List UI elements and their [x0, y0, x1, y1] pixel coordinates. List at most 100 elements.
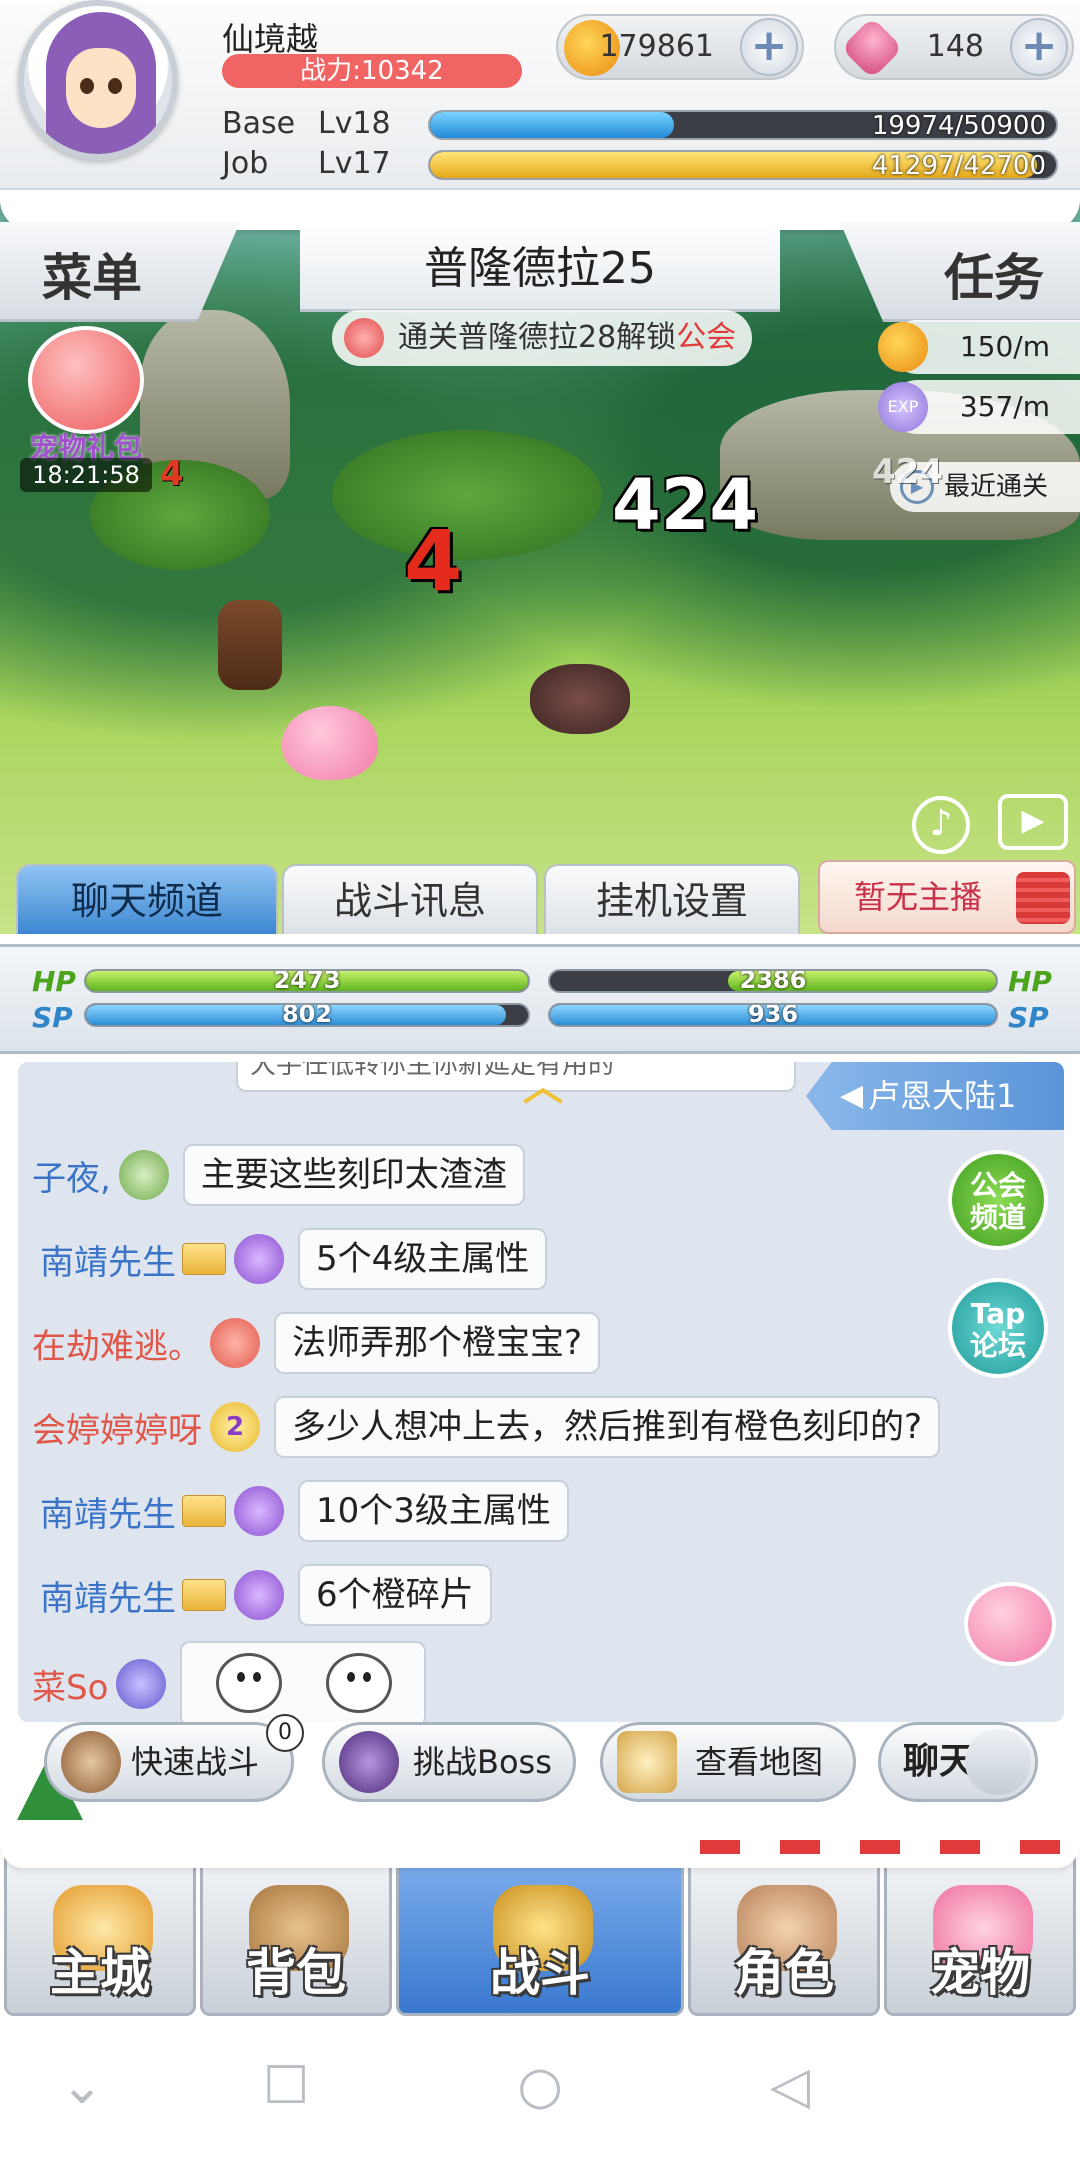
add-gold-button[interactable]: +	[740, 18, 798, 76]
exp-rate-value: 357/m	[959, 390, 1050, 423]
menu-button[interactable]: 菜单	[0, 222, 240, 322]
nav-pet[interactable]: 宠物	[884, 1848, 1076, 2016]
tv-icon	[1016, 872, 1070, 924]
pet-gift-icon	[28, 326, 144, 434]
hp-label-left: HP	[32, 965, 76, 998]
player-hp-value: 2473	[273, 969, 341, 993]
gold-amount: 179861	[599, 29, 714, 64]
job-exp-bar: 41297/42700	[428, 150, 1058, 180]
challenge-boss-button[interactable]: 挑战Boss	[322, 1722, 576, 1802]
broadcast-button[interactable]: 暂无主播	[818, 860, 1076, 934]
smile-face-icon	[326, 1653, 393, 1713]
combat-power-badge: 战力:10342	[222, 54, 522, 88]
view-map-button[interactable]: 查看地图	[600, 1722, 856, 1802]
chat-bubble: 10个3级主属性	[298, 1480, 569, 1542]
add-gems-button[interactable]: +	[1010, 18, 1068, 76]
chat-username[interactable]: 菜So	[32, 1660, 108, 1709]
chat-message: 会婷婷婷呀 2 多少人想冲上去，然后推到有橙色刻印的?	[32, 1392, 941, 1462]
nav-main-city[interactable]: 主城	[4, 1848, 196, 2016]
tab-chat-channel[interactable]: 聊天频道	[16, 864, 278, 934]
wing-emblem-icon	[116, 1659, 167, 1709]
camera-icon[interactable]: ▶	[998, 794, 1068, 850]
hp-label-right: HP	[1008, 965, 1052, 998]
enemy-hp-value: 2386	[739, 969, 807, 993]
back-icon[interactable]: ◁	[760, 2056, 820, 2116]
leaf-emblem-icon	[118, 1150, 169, 1200]
nav-battle[interactable]: 战斗	[396, 1848, 684, 2016]
enemy-sp-value: 936	[747, 1003, 799, 1027]
chat-username[interactable]: 会婷婷婷呀	[32, 1403, 202, 1452]
hide-keyboard-icon[interactable]: ⌄	[52, 2056, 112, 2116]
quest-button[interactable]: 任务	[840, 222, 1080, 322]
tab-battle-log[interactable]: 战斗讯息	[282, 864, 538, 934]
chat-username[interactable]: 南靖先生	[40, 1571, 176, 1620]
unlock-hint: 通关普隆德拉28解锁公会	[332, 310, 752, 366]
pet-gift-pack[interactable]: 宠物礼包 18:21:58	[20, 326, 152, 492]
chat-username[interactable]: 南靖先生	[40, 1487, 176, 1536]
broadcast-label: 暂无主播	[854, 878, 983, 916]
job-level-value: Lv17	[318, 146, 391, 181]
id-card-icon	[182, 1495, 226, 1527]
chat-panel[interactable]: 大手任低转你主你新延定有用的 ︿ ◀ 卢恩大陆1 子夜, 主要这些刻印太渣渣 南…	[18, 1062, 1064, 1722]
tap-forum-button[interactable]: Tap 论坛	[948, 1278, 1048, 1378]
music-icon[interactable]: ♪	[912, 796, 970, 854]
avatar-face	[66, 48, 136, 128]
chat-bubble: 多少人想冲上去，然后推到有橙色刻印的?	[274, 1396, 941, 1458]
pet-gift-timer: 18:21:58	[20, 458, 152, 492]
floating-pet-icon[interactable]	[964, 1582, 1056, 1666]
caret-left-icon: ◀	[840, 1078, 864, 1113]
home-icon[interactable]: ○	[510, 2056, 570, 2116]
exp-icon: EXP	[878, 382, 928, 432]
id-card-icon	[182, 1243, 226, 1275]
gem-counter: 148 +	[834, 14, 1074, 80]
channel-tab-bar: 聊天频道 战斗讯息 挂机设置 暂无主播	[0, 860, 1080, 934]
chat-message: 子夜, 主要这些刻印太渣渣	[32, 1140, 525, 1210]
battle-viewport: 菜单 任务 普隆德拉25 通关普隆德拉28解锁公会 宠物礼包 18:21:58 …	[0, 190, 1080, 934]
monster-emblem-icon	[234, 1486, 284, 1536]
chat-toggle[interactable]: 聊天	[878, 1722, 1038, 1802]
pet-poring	[282, 706, 378, 780]
gold-rate-value: 150/m	[959, 330, 1050, 363]
job-exp-text: 41297/42700	[871, 151, 1046, 180]
base-level-label: Base	[222, 106, 296, 141]
avatar-eye-left	[80, 78, 94, 94]
player-sp-value: 802	[281, 1003, 333, 1027]
damage-number: 4	[160, 454, 184, 494]
candy-cane-decoration	[700, 1840, 1060, 1854]
quest-label: 任务	[944, 249, 1044, 307]
chat-username[interactable]: 南靖先生	[40, 1235, 176, 1284]
region-label[interactable]: ◀ 卢恩大陆1	[806, 1062, 1064, 1130]
map-title: 普隆德拉25	[300, 226, 780, 312]
enemy-hp-bar: 2386	[548, 969, 998, 993]
monster-emblem-icon	[234, 1234, 284, 1284]
guild-channel-button[interactable]: 公会 频道	[948, 1150, 1048, 1250]
player-hp-bar: 2473	[84, 969, 530, 993]
fighter-icon	[61, 1731, 121, 1793]
chat-message: 南靖先生 5个4级主属性	[32, 1224, 548, 1294]
tap-forum-label: Tap 论坛	[969, 1297, 1026, 1362]
unlock-text: 通关普隆德拉28解锁	[398, 320, 677, 355]
scroll-up-icon[interactable]: ︿	[510, 1067, 576, 1107]
chat-username[interactable]: 在劫难逃。	[32, 1319, 202, 1368]
nav-label: 宠物	[930, 1944, 1030, 2002]
nav-label: 角色	[734, 1944, 834, 2002]
chat-bubble: 5个4级主属性	[298, 1228, 548, 1290]
chat-message: 在劫难逃。 法师弄那个橙宝宝?	[32, 1308, 601, 1378]
job-level-label: Job	[222, 146, 269, 181]
gold-rate-icon	[878, 322, 928, 372]
chat-username[interactable]: 子夜,	[32, 1151, 111, 1200]
status-header: 仙境越 战力:10342 179861 + 148 + Base Lv18 19…	[0, 0, 1080, 190]
base-exp-bar: 19974/50900	[428, 110, 1058, 140]
chat-message: 菜So	[32, 1634, 427, 1722]
damage-number: 424	[612, 464, 759, 546]
chat-bubble: 6个橙碎片	[298, 1564, 492, 1626]
quick-battle-button[interactable]: 快速战斗	[44, 1722, 294, 1802]
player-avatar[interactable]	[18, 0, 178, 160]
poring-icon	[344, 318, 384, 358]
nav-backpack[interactable]: 背包	[200, 1848, 392, 2016]
boss-label: 挑战Boss	[413, 1743, 552, 1781]
chat-bubble: 主要这些刻印太渣渣	[182, 1144, 525, 1206]
recent-apps-icon[interactable]: ☐	[256, 2056, 316, 2116]
nav-character[interactable]: 角色	[688, 1848, 880, 2016]
tab-idle-settings[interactable]: 挂机设置	[544, 864, 800, 934]
